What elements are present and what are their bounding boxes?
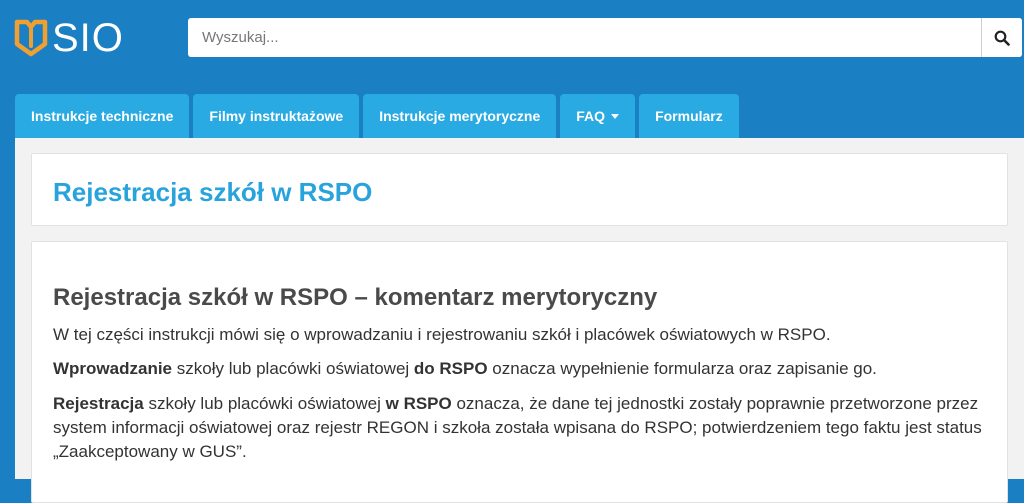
paragraph-wprowadzanie: Wprowadzanie szkoły lub placówki oświato…	[53, 357, 993, 381]
page-title: Rejestracja szkół w RSPO	[53, 177, 373, 207]
logo-text: SIO	[52, 16, 124, 60]
search-icon	[994, 30, 1010, 46]
paragraph-intro: W tej części instrukcji mówi się o wprow…	[53, 325, 831, 344]
title-panel: Rejestracja szkół w RSPO	[31, 153, 1008, 226]
main-nav: Instrukcje techniczne Filmy instruktażow…	[15, 94, 743, 138]
tab-instrukcje-techniczne[interactable]: Instrukcje techniczne	[15, 94, 190, 138]
tab-formularz[interactable]: Formularz	[639, 94, 739, 138]
text: szkoły lub placówki oświatowej	[143, 394, 386, 413]
text: szkoły lub placówki oświatowej	[172, 359, 414, 378]
tab-label: Instrukcje merytoryczne	[379, 108, 541, 124]
bold-term: Rejestracja	[53, 394, 144, 413]
tab-filmy-instruktazowe[interactable]: Filmy instruktażowe	[193, 94, 360, 138]
tab-faq[interactable]: FAQ	[560, 94, 636, 138]
logo[interactable]: SIO	[14, 16, 124, 60]
paragraph-rejestracja: Rejestracja szkoły lub placówki oświatow…	[53, 392, 993, 464]
bold-term: w RSPO	[385, 394, 452, 413]
bold-term: do RSPO	[413, 359, 488, 378]
main-content: Rejestracja szkół w RSPO Rejestracja szk…	[15, 138, 1024, 503]
bold-term: Wprowadzanie	[53, 359, 173, 378]
search-button[interactable]	[981, 18, 1022, 57]
tab-label: FAQ	[576, 108, 606, 124]
tab-instrukcje-merytoryczne[interactable]: Instrukcje merytoryczne	[363, 94, 557, 138]
search-input[interactable]	[188, 18, 981, 57]
text: oznacza wypełnienie formularza oraz zapi…	[487, 359, 877, 378]
section-heading: Rejestracja szkół w RSPO – komentarz mer…	[53, 284, 658, 311]
book-logo-icon	[14, 19, 48, 57]
header: SIO	[0, 0, 1024, 94]
tab-label: Formularz	[655, 108, 723, 124]
search-bar	[188, 18, 1022, 57]
tab-label: Instrukcje techniczne	[31, 108, 174, 124]
tab-label: Filmy instruktażowe	[209, 108, 344, 124]
caret-down-icon	[611, 113, 620, 119]
article-panel: Rejestracja szkół w RSPO – komentarz mer…	[31, 241, 1008, 503]
